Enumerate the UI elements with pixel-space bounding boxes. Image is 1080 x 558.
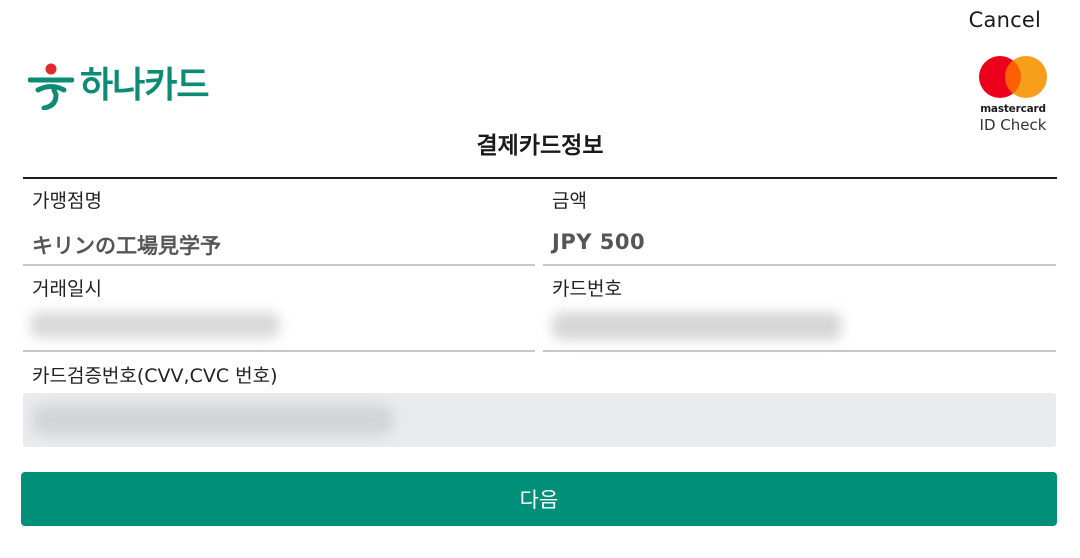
cvc-label: 카드검증번호(CVV,CVC 번호): [32, 365, 278, 387]
page-title: 결제카드정보: [476, 133, 604, 159]
card-number-field: 카드번호: [552, 274, 622, 301]
cvc-input[interactable]: [23, 393, 1056, 447]
merchant-label: 가맹점명: [32, 190, 102, 212]
amount-underline: [543, 264, 1056, 266]
cvc-value-redacted: [33, 405, 393, 435]
cancel-button[interactable]: Cancel: [969, 8, 1041, 32]
mastercard-logo-icon: [979, 56, 1047, 98]
cvc-field: 카드검증번호(CVV,CVC 번호): [32, 361, 278, 388]
mastercard-id-check-logo: mastercard ID Check: [976, 54, 1050, 134]
datetime-field: 거래일시: [32, 274, 102, 301]
merchant-underline: [23, 264, 535, 266]
next-button[interactable]: 다음: [21, 472, 1057, 526]
datetime-value-redacted: [30, 312, 280, 338]
amount-field: 금액 JPY 500: [552, 186, 645, 254]
card-number-value-redacted: [552, 312, 842, 340]
hana-card-logo: 하나카드: [28, 62, 209, 110]
hana-card-logo-text: 하나카드: [80, 65, 209, 106]
title-divider: [23, 177, 1057, 179]
amount-value: JPY 500: [552, 230, 646, 254]
datetime-label: 거래일시: [32, 278, 102, 300]
card-number-underline: [543, 350, 1056, 352]
mastercard-wordmark: mastercard: [980, 103, 1046, 115]
hana-card-logo-icon: [28, 63, 74, 110]
datetime-underline: [23, 350, 535, 352]
merchant-value: キリンの工場見学予: [32, 234, 221, 258]
merchant-field: 가맹점명 キリンの工場見学予: [32, 186, 221, 260]
amount-label: 금액: [552, 190, 587, 212]
card-number-label: 카드번호: [552, 278, 622, 300]
